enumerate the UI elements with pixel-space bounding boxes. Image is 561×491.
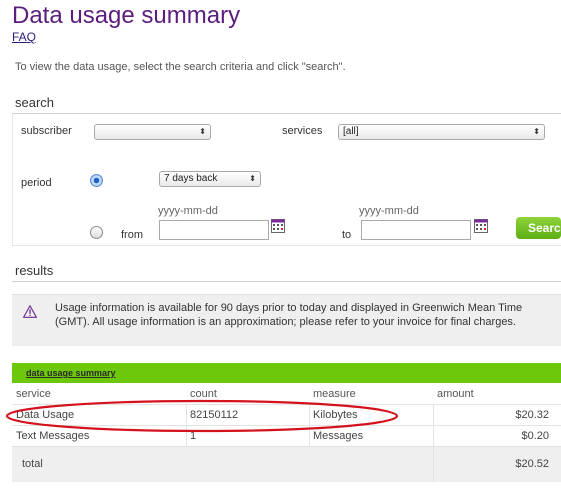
search-heading: search [15,95,55,110]
calendar-icon[interactable] [474,219,488,233]
column-header-amount: amount [437,388,474,400]
select-arrows-icon: ⬍ [199,127,206,136]
total-row: total $20.52 [12,446,561,482]
period-label: period [21,177,52,189]
period-date-range-radio[interactable] [90,226,103,239]
total-amount: $20.52 [515,458,549,470]
search-button[interactable]: Searc [516,217,561,239]
usage-notice: Usage information is available for 90 da… [12,294,561,346]
from-label: from [121,229,143,241]
table-title-link[interactable]: data usage summary [26,368,116,378]
faq-link[interactable]: FAQ [12,30,36,44]
cell-amount: $0.20 [521,430,549,442]
calendar-icon[interactable] [271,219,285,233]
from-date-input[interactable] [159,220,269,240]
results-divider [12,281,561,282]
to-date-input[interactable] [361,220,471,240]
from-date-hint: yyyy-mm-dd [158,205,218,217]
services-select-value: [all] [343,126,359,137]
period-days-back-radio[interactable] [90,174,103,187]
cell-amount: $20.32 [515,409,549,421]
results-heading: results [15,263,54,278]
intro-text: To view the data usage, select the searc… [15,61,346,73]
subscriber-label: subscriber [21,125,72,137]
select-arrows-icon: ⬍ [249,174,256,183]
services-select[interactable]: [all] ⬍ [338,124,545,140]
period-select-value: 7 days back [164,173,218,184]
table-title-bar: data usage summary [12,363,561,383]
period-select[interactable]: 7 days back ⬍ [159,171,261,187]
warning-icon [23,305,37,318]
usage-notice-text: Usage information is available for 90 da… [55,302,523,328]
services-label: services [282,125,323,137]
select-arrows-icon: ⬍ [533,127,540,136]
highlight-oval-annotation [5,399,399,433]
to-date-hint: yyyy-mm-dd [359,205,419,217]
total-label: total [22,458,43,470]
page-title: Data usage summary [12,2,241,29]
subscriber-select[interactable]: ⬍ [94,124,211,140]
to-label: to [342,229,352,241]
